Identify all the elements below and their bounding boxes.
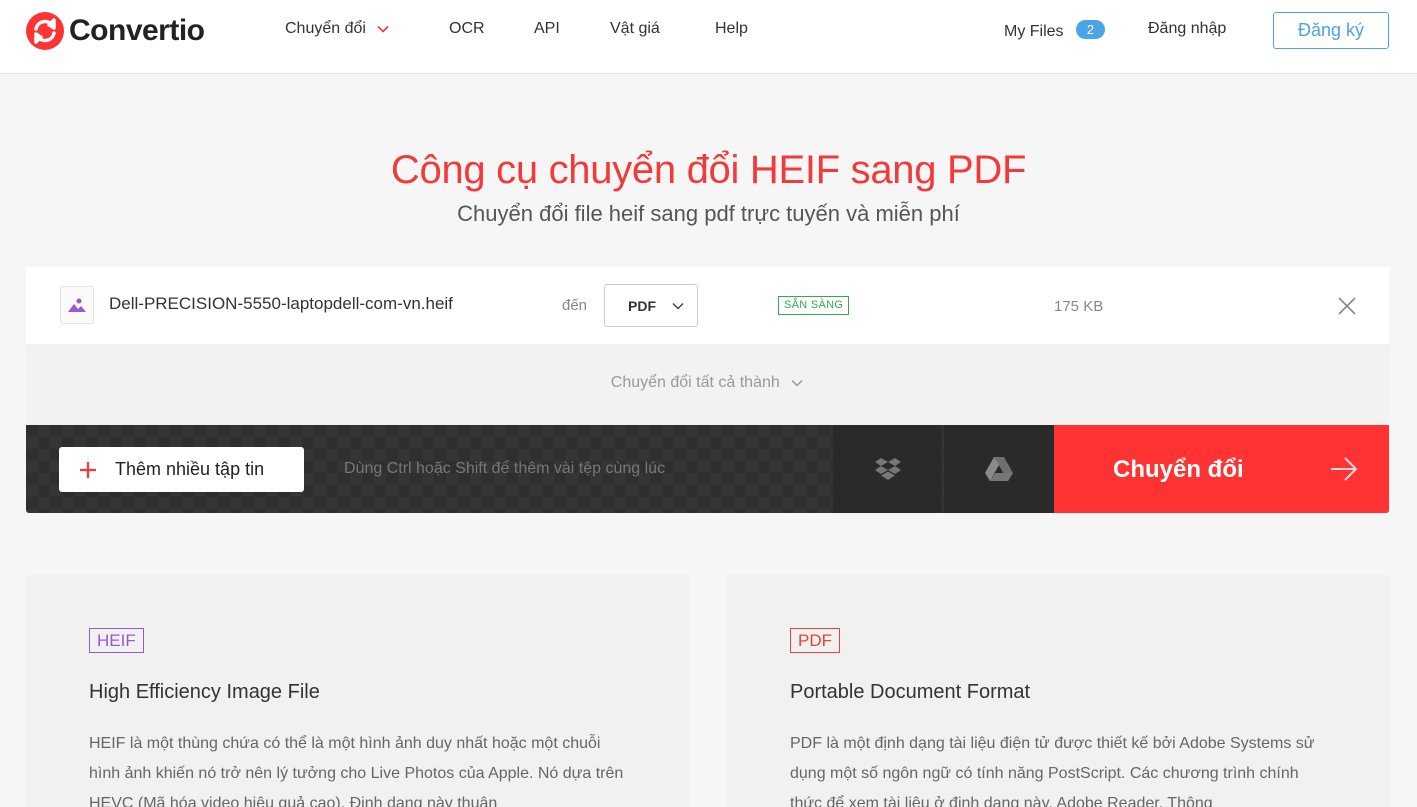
add-files-label: Thêm nhiều tập tin [115,459,265,479]
pdf-tag: PDF [790,628,840,653]
file-row: Dell-PRECISION-5550-laptopdell-com-vn.he… [26,267,1389,345]
heif-card-description: HEIF là một thùng chứa có thể là một hìn… [89,735,624,807]
multi-select-hint: Dùng Ctrl hoặc Shift để thêm vài tệp cùn… [344,460,666,477]
add-files-button[interactable]: Thêm nhiều tập tin [59,447,304,492]
dropbox-icon [874,458,901,480]
convertio-logo-icon [26,12,64,50]
arrow-right-icon [1331,457,1358,481]
nav-convert[interactable]: Chuyển đổi [285,20,390,38]
file-name: Dell-PRECISION-5550-laptopdell-com-vn.he… [109,294,453,313]
convert-all-dropdown[interactable]: Chuyển đổi tất cả thành [26,374,1389,392]
nav-help[interactable]: Help [715,20,748,38]
heif-card-title: High Efficiency Image File [89,681,320,703]
my-files-link[interactable]: My Files 2 [1004,20,1106,41]
convert-all-row: Chuyển đổi tất cả thành [26,345,1389,425]
pdf-info-card: PDF Portable Document Format PDF là một … [727,575,1390,807]
pdf-card-title: Portable Document Format [790,681,1031,703]
logo-text: Convertio [69,14,205,47]
page-title: Công cụ chuyển đổi HEIF sang PDF [390,148,1027,192]
image-file-icon [60,286,94,324]
to-label: đến [562,297,588,314]
convert-all-label: Chuyển đổi tất cả thành [610,374,780,391]
convert-button[interactable]: Chuyển đổi [1054,425,1389,513]
convert-button-label: Chuyển đổi [1113,456,1244,483]
google-drive-button[interactable] [944,425,1054,513]
nav-convert-label: Chuyển đổi [285,20,366,37]
nav-ocr[interactable]: OCR [449,20,485,38]
login-link[interactable]: Đăng nhập [1148,20,1226,38]
pdf-card-description: PDF là một định dạng tài liệu điện tử đư… [790,735,1315,807]
heif-info-card: HEIF High Efficiency Image File HEIF là … [26,575,689,807]
logo[interactable]: Convertio [26,12,205,50]
output-format-value: PDF [628,298,656,314]
chevron-down-icon [377,25,389,33]
signup-button[interactable]: Đăng ký [1273,12,1389,49]
google-drive-icon [985,457,1013,481]
my-files-label: My Files [1004,23,1064,40]
status-badge: SẴN SÀNG [778,296,850,315]
top-header: Convertio Chuyển đổi OCR API Vật giá Hel… [0,0,1417,74]
my-files-count-badge: 2 [1076,20,1106,39]
plus-icon [80,461,96,478]
action-bar: Thêm nhiều tập tin Dùng Ctrl hoặc Shift … [26,425,1389,513]
page-subtitle: Chuyển đổi file heif sang pdf trực tuyến… [457,201,960,226]
file-size: 175 KB [1054,298,1104,315]
close-icon[interactable] [1337,296,1357,316]
heif-tag: HEIF [89,628,144,653]
output-format-select[interactable]: PDF [604,284,698,327]
chevron-down-icon [791,379,803,387]
dropbox-button[interactable] [833,425,943,513]
nav-pricing[interactable]: Vật giá [610,20,660,38]
nav-api[interactable]: API [534,20,560,38]
chevron-down-icon [672,302,684,310]
